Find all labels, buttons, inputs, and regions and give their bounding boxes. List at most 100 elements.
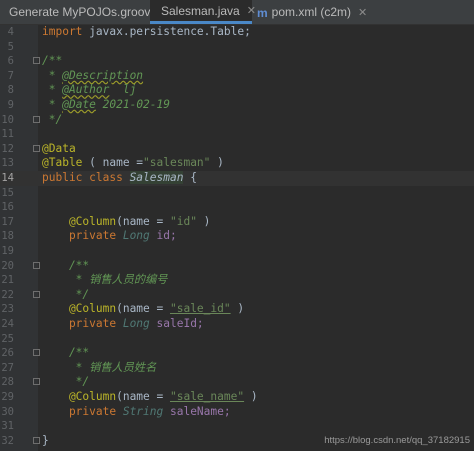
line-number: 4 — [7, 26, 14, 38]
code-line: 9 * @Date 2021-02-19 — [0, 98, 474, 113]
line-number: 10 — [1, 113, 14, 126]
fold-icon[interactable] — [33, 436, 40, 444]
fold-icon[interactable] — [33, 144, 40, 152]
line-number: 30 — [1, 405, 14, 418]
code-line: 31 — [0, 419, 474, 434]
line-number: 31 — [1, 420, 14, 433]
code-line: 16 — [0, 200, 474, 215]
line-number: 18 — [1, 230, 14, 243]
line-number: 23 — [1, 303, 14, 316]
keyword: private — [42, 404, 123, 418]
line-number: 7 — [7, 69, 14, 82]
comment: /** — [42, 54, 63, 68]
code-text: ( name = — [82, 156, 144, 170]
code-text: (name = — [116, 390, 170, 403]
comment: lj — [109, 83, 137, 97]
editor-tab-bar: Generate MyPOJOs.groovy Salesman.java ✕ … — [0, 0, 474, 25]
fold-icon[interactable] — [33, 290, 40, 298]
tab-label: Generate MyPOJOs.groovy — [9, 5, 157, 19]
type-name: Long — [122, 317, 150, 330]
class-name: Salesman — [129, 171, 184, 184]
annotation: @Column — [42, 214, 117, 228]
annotation: @Column — [42, 302, 117, 316]
line-number: 20 — [1, 259, 14, 272]
code-line: 12 @Data — [0, 142, 474, 157]
tab-pom-xml[interactable]: m pom.xml (c2m) ✕ — [257, 0, 367, 24]
tab-label: Salesman.java — [161, 3, 240, 18]
code-line: 4 import javax.persistence.Table; — [0, 25, 474, 40]
line-number: 21 — [1, 274, 14, 287]
code-line: 7 * @Description — [0, 69, 474, 84]
keyword: private — [42, 229, 123, 243]
keyword: public class — [42, 171, 130, 184]
code-line: 5 — [0, 40, 474, 55]
code-line: 24 private Long saleId; — [0, 317, 474, 332]
close-tab-icon[interactable]: ✕ — [358, 6, 367, 19]
fold-icon[interactable] — [33, 349, 40, 357]
code-text: ) — [244, 390, 258, 403]
javadoc-tag: @Author — [62, 83, 110, 97]
javadoc-tag: @Date — [62, 98, 96, 111]
keyword: import — [42, 25, 83, 38]
javadoc-tag: @Description — [62, 68, 144, 82]
code-line: 25 — [0, 332, 474, 347]
comment: 2021-02-19 — [95, 98, 170, 111]
annotation: @Table — [42, 156, 83, 170]
watermark-url: https://blog.csdn.net/qq_37182915 — [324, 435, 470, 446]
line-number: 8 — [7, 84, 14, 97]
code-text: (name = — [116, 302, 170, 316]
line-number: 13 — [1, 157, 14, 170]
code-line: 10 */ — [0, 113, 474, 128]
code-editor[interactable]: 4 import javax.persistence.Table; 5 6 /*… — [0, 25, 474, 451]
tab-generate-mypojos[interactable]: Generate MyPOJOs.groovy — [0, 0, 156, 24]
code-text: ) — [196, 214, 211, 228]
code-text: (name = — [116, 214, 170, 228]
string-literal: "sale_name" — [169, 390, 245, 403]
line-number: 15 — [1, 186, 14, 199]
string-literal: "sale_id" — [169, 302, 231, 316]
line-number: 6 — [7, 55, 14, 68]
code-line: 17 @Column(name = "id" ) — [0, 215, 474, 230]
line-number: 29 — [1, 391, 14, 403]
code-text: ) — [210, 156, 224, 170]
keyword: private — [42, 317, 123, 330]
code-text: ) — [230, 302, 245, 316]
comment: * 销售人员的编号 — [42, 273, 168, 287]
fold-icon[interactable] — [33, 115, 40, 123]
line-number: 17 — [1, 215, 14, 228]
line-number: 12 — [1, 142, 14, 155]
fold-icon[interactable] — [33, 261, 40, 269]
annotation: @Column — [42, 390, 117, 403]
code-text: javax.persistence.Table; — [82, 25, 251, 38]
line-number: 32 — [1, 434, 14, 447]
code-line: 19 — [0, 244, 474, 259]
code-text: { — [183, 171, 197, 184]
string-literal: "salesman" — [143, 156, 211, 170]
code-line: 13 @Table ( name ="salesman" ) — [0, 156, 474, 171]
comment: */ — [42, 287, 90, 301]
comment: * — [42, 68, 63, 82]
tab-salesman-java[interactable]: Salesman.java ✕ — [150, 0, 256, 24]
close-tab-icon[interactable]: ✕ — [247, 4, 256, 17]
line-number: 16 — [1, 201, 14, 214]
comment: /** — [42, 346, 90, 360]
tab-label: pom.xml (c2m) — [271, 5, 352, 19]
code-line: 22 */ — [0, 288, 474, 303]
field-name: saleId; — [149, 317, 204, 330]
code-line: 27 * 销售人员姓名 — [0, 361, 474, 376]
line-number: 9 — [7, 99, 14, 111]
code-line: 21 * 销售人员的编号 — [0, 273, 474, 288]
line-number: 25 — [1, 332, 14, 345]
field-name: id; — [149, 229, 177, 243]
field-name: saleName; — [163, 404, 231, 418]
line-number: 28 — [1, 376, 14, 389]
fold-icon[interactable] — [33, 378, 40, 386]
code-line: 15 — [0, 186, 474, 201]
code-line: 23 @Column(name = "sale_id" ) — [0, 302, 474, 317]
comment: * — [42, 83, 63, 97]
type-name: Long — [122, 229, 150, 243]
code-line: 8 * @Author lj — [0, 83, 474, 98]
fold-icon[interactable] — [33, 57, 40, 65]
code-text: } — [42, 433, 49, 447]
code-line: 11 — [0, 127, 474, 142]
